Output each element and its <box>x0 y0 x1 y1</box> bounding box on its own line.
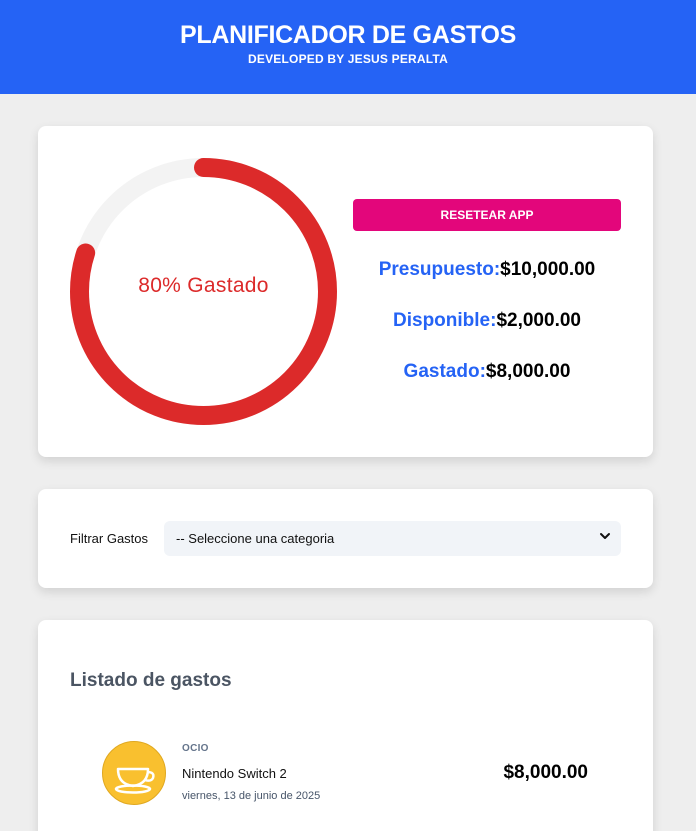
expense-name: Nintendo Switch 2 <box>182 766 287 781</box>
expense-amount: $8,000.00 <box>503 762 588 783</box>
filter-label: Filtrar Gastos <box>70 531 149 546</box>
stat-available: Disponible:$2,000.00 <box>353 310 621 332</box>
expense-item[interactable]: OCIO Nintendo Switch 2 viernes, 13 de ju… <box>102 740 602 806</box>
stat-budget-value: $10,000.00 <box>500 259 596 280</box>
progress-label: 80% Gastado <box>138 274 269 297</box>
expense-category: OCIO <box>182 743 209 754</box>
budget-card: 80% Gastado RESETEAR APP Presupuesto:$10… <box>38 126 653 457</box>
stat-available-value: $2,000.00 <box>496 310 581 331</box>
stat-spent: Gastado:$8,000.00 <box>353 361 621 383</box>
stat-spent-label: Gastado: <box>403 361 486 382</box>
app-title: PLANIFICADOR DE GASTOS <box>179 21 516 49</box>
app-subtitle: DEVELOPED BY JESUS PERALTA <box>248 52 448 66</box>
stat-available-label: Disponible: <box>393 310 497 331</box>
category-select[interactable]: -- Seleccione una categoria <box>164 521 621 556</box>
app-header: PLANIFICADOR DE GASTOS DEVELOPED BY JESU… <box>0 0 696 94</box>
stat-spent-value: $8,000.00 <box>485 361 571 382</box>
stat-budget-label: Presupuesto: <box>378 259 501 280</box>
teacup-icon <box>102 741 166 805</box>
reset-app-button[interactable]: RESETEAR APP <box>353 199 621 231</box>
expense-date: viernes, 13 de junio de 2025 <box>182 790 321 802</box>
expense-list-title: Listado de gastos <box>70 670 232 691</box>
chevron-down-icon <box>599 530 611 545</box>
expense-list-card: Listado de gastos OCIO Nintendo Switch 2… <box>38 620 653 831</box>
filter-card: Filtrar Gastos -- Seleccione una categor… <box>38 489 653 588</box>
stat-budget: Presupuesto:$10,000.00 <box>353 259 621 281</box>
category-select-value: -- Seleccione una categoria <box>176 531 335 546</box>
